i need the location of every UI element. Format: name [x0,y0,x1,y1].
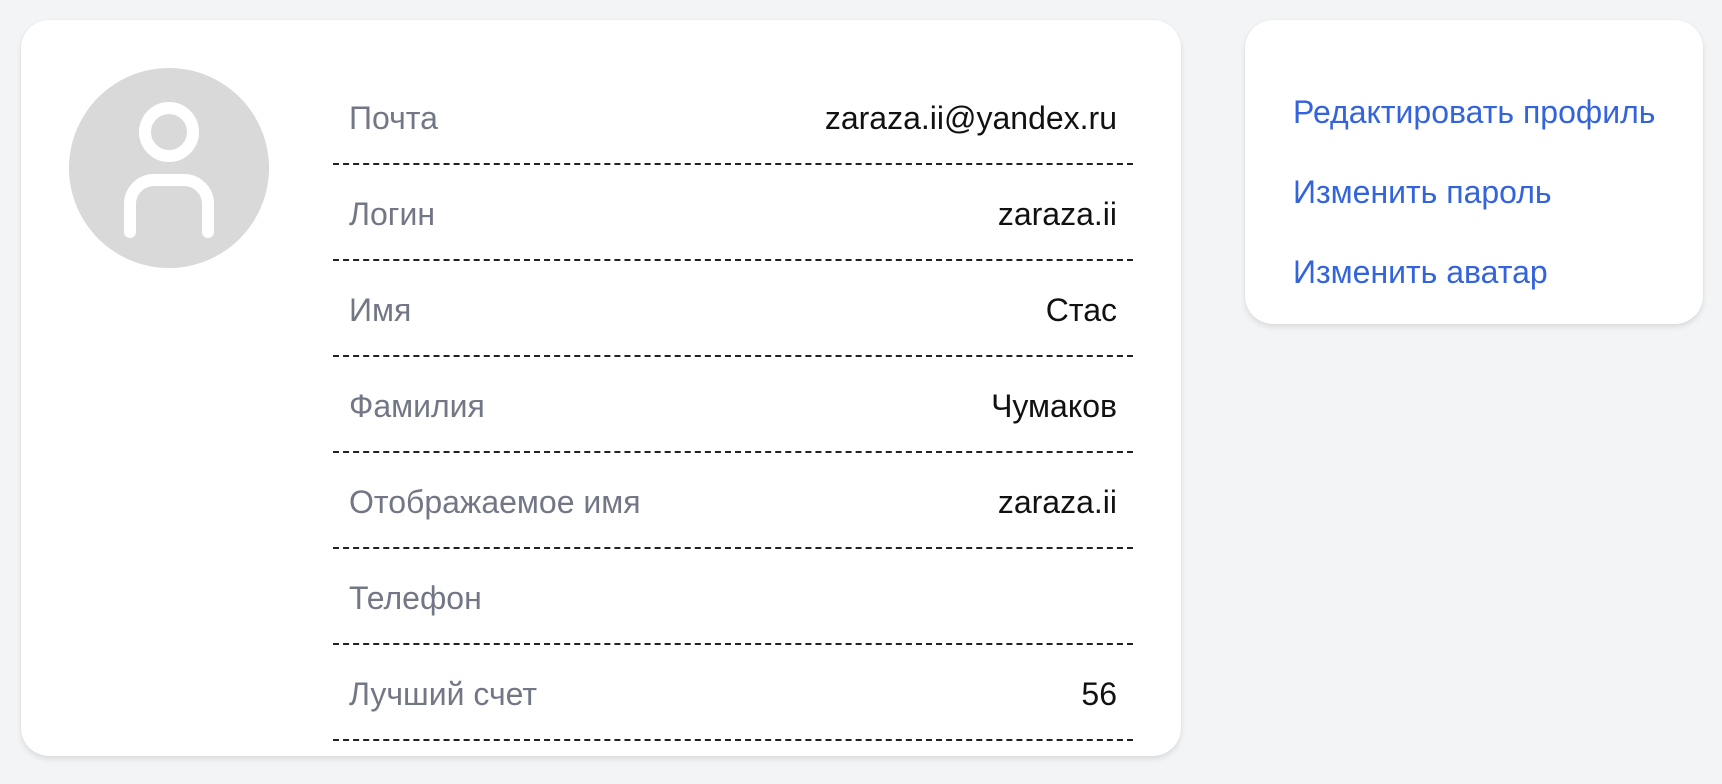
field-row-best-score: Лучший счет 56 [333,646,1133,741]
change-avatar-link[interactable]: Изменить аватар [1293,252,1548,292]
field-label-best-score: Лучший счет [349,676,538,712]
field-row-last-name: Фамилия Чумаков [333,358,1133,453]
field-row-email: Почта zaraza.ii@yandex.ru [333,70,1133,165]
field-value-first-name: Стас [1045,292,1117,328]
field-value-last-name: Чумаков [991,388,1117,424]
field-row-login: Логин zaraza.ii [333,166,1133,261]
change-password-link[interactable]: Изменить пароль [1293,172,1552,212]
field-label-last-name: Фамилия [349,388,485,424]
actions-card: Редактировать профиль Изменить пароль Из… [1245,20,1703,324]
user-icon [124,102,214,238]
field-row-display-name: Отображаемое имя zaraza.ii [333,454,1133,549]
field-value-email: zaraza.ii@yandex.ru [824,100,1117,136]
field-row-phone: Телефон [333,550,1133,645]
field-label-login: Логин [349,196,436,232]
edit-profile-link[interactable]: Редактировать профиль [1293,92,1655,132]
field-row-first-name: Имя Стас [333,262,1133,357]
field-label-phone: Телефон [349,580,482,616]
avatar[interactable] [69,68,269,268]
field-label-email: Почта [349,100,438,136]
profile-fields: Почта zaraza.ii@yandex.ru Логин zaraza.i… [333,70,1133,742]
field-label-first-name: Имя [349,292,412,328]
field-value-best-score: 56 [1081,676,1117,712]
field-value-display-name: zaraza.ii [997,484,1117,520]
profile-card: Почта zaraza.ii@yandex.ru Логин zaraza.i… [21,20,1181,756]
field-value-login: zaraza.ii [997,196,1117,232]
field-label-display-name: Отображаемое имя [349,484,641,520]
